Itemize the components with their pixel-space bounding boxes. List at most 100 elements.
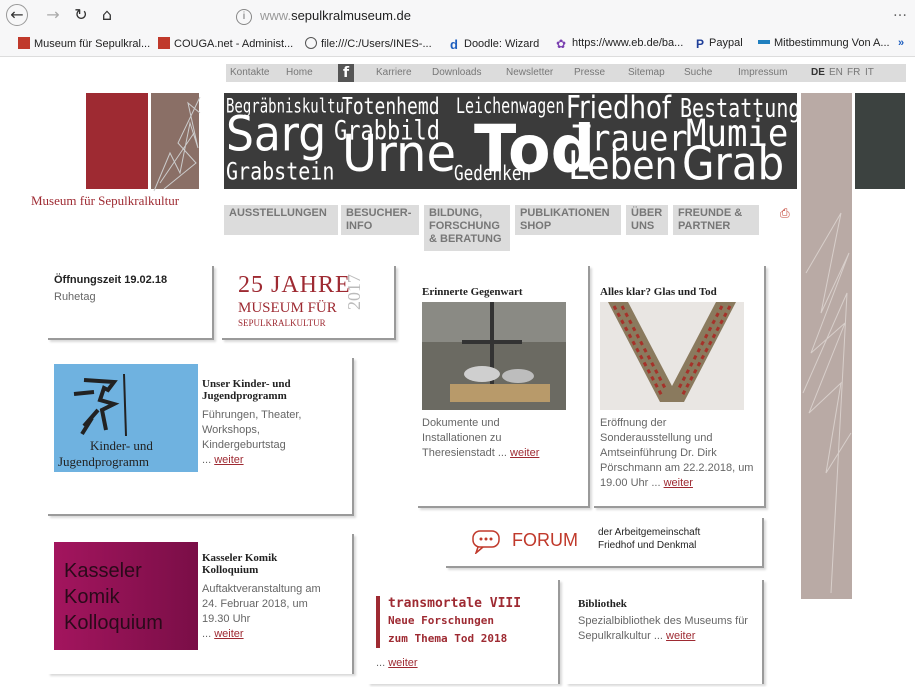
nav-publikationen[interactable]: PUBLIKATIONEN SHOP — [515, 205, 621, 235]
kinder-more-link[interactable]: weiter — [214, 454, 243, 466]
logo-red-block — [86, 93, 148, 189]
bookmark-label: Museum für Sepulkral... — [34, 38, 151, 50]
kinder-image: Kinder- und Jugendprogramm — [54, 364, 198, 472]
banner-word: Urne — [342, 124, 456, 184]
card-opening-hours: Öffnungszeit 19.02.18 Ruhetag — [48, 266, 214, 340]
allesklar-text: Eröffnung der Sonderausstellung und Amts… — [600, 417, 754, 489]
lang-fr[interactable]: FR — [847, 67, 860, 78]
nav-bildung[interactable]: BILDUNG, FORSCHUNG & BERATUNG — [424, 205, 510, 251]
bookmark-museum[interactable]: Museum für Sepulkral... — [18, 37, 150, 50]
couga-icon — [158, 37, 170, 49]
komik-image: Kasseler Komik Kolloquium — [54, 542, 198, 650]
bookmark-label: https://www.eb.de/ba... — [572, 37, 684, 49]
topnav-newsletter[interactable]: Newsletter — [506, 67, 553, 78]
topnav-home[interactable]: Home — [286, 67, 313, 78]
forum-sub1: der Arbeitgemeinschaft — [598, 527, 701, 538]
bibliothek-text: Spezialbibliothek des Museums für Sepulk… — [578, 615, 748, 642]
top-nav: Kontakte Home Karriere Downloads Newslet… — [226, 64, 906, 82]
nav-freunde[interactable]: FREUNDE & PARTNER — [673, 205, 759, 235]
transmortale-line2: Neue Forschungen — [388, 614, 494, 627]
eb-icon: ✿ — [556, 37, 567, 51]
print-icon[interactable]: ⎙ — [780, 206, 794, 220]
chat-bubble-icon — [472, 530, 500, 554]
kinder-image-line2: Jugendprogramm — [58, 454, 149, 469]
decor-side-bar — [801, 93, 852, 599]
forum-label: FORUM — [512, 530, 578, 550]
decor-dark-block — [855, 93, 905, 189]
erinnerte-more-link[interactable]: weiter — [510, 447, 539, 459]
topnav-karriere[interactable]: Karriere — [376, 67, 412, 78]
facebook-icon[interactable]: f — [338, 64, 354, 82]
card-kinder-programm[interactable]: Kinder- und Jugendprogramm Unser Kinder-… — [48, 358, 354, 516]
topnav-sitemap[interactable]: Sitemap — [628, 67, 665, 78]
banner-word: Gedenken — [454, 160, 532, 186]
bookmark-eb[interactable]: ✿ https://www.eb.de/ba... — [556, 37, 684, 51]
card-anniversary[interactable]: 25 JAHRE MUSEUM FÜR SEPULKRALKULTUR 2017 — [222, 266, 396, 340]
topnav-suche[interactable]: Suche — [684, 67, 712, 78]
lang-en[interactable]: EN — [829, 67, 843, 78]
bookmark-file[interactable]: file:///C:/Users/INES-... — [305, 37, 432, 50]
bookmark-mitbestimmung[interactable]: Mitbestimmung Von A... — [758, 37, 890, 49]
kinder-image-line1: Kinder- und — [90, 438, 153, 453]
komik-image-line2: Komik — [64, 586, 120, 608]
transmortale-more-link[interactable]: weiter — [388, 657, 417, 669]
card-komik-kolloquium[interactable]: Kasseler Komik Kolloquium Kasseler Komik… — [48, 534, 354, 674]
bookmark-doodle[interactable]: d Doodle: Wizard — [450, 37, 539, 52]
forward-button[interactable]: → — [42, 4, 64, 26]
erinnerte-title: Erinnerte Gegenwart — [422, 286, 523, 298]
nav-label: BILDUNG, FORSCHUNG & BERATUNG — [429, 207, 502, 245]
forum-sub2: Friedhof und Denkmal — [598, 540, 697, 551]
nav-besucherinfo[interactable]: BESUCHER- INFO — [341, 205, 419, 235]
kinder-title: Unser Kinder- und Jugendprogramm — [202, 378, 291, 402]
topnav-kontakte[interactable]: Kontakte — [230, 67, 269, 78]
nav-label: BESUCHER- INFO — [346, 207, 412, 232]
nav-ueber-uns[interactable]: ÜBER UNS — [626, 205, 668, 235]
komik-text: Auftaktveranstaltung am 24. Februar 2018… — [202, 583, 321, 640]
bookmark-paypal[interactable]: P Paypal — [696, 37, 743, 51]
nav-label: FREUNDE & PARTNER — [678, 207, 743, 232]
topnav-impressum[interactable]: Impressum — [738, 67, 787, 78]
topnav-downloads[interactable]: Downloads — [432, 67, 481, 78]
card-transmortale[interactable]: transmortale VIII Neue Forschungen zum T… — [368, 580, 560, 684]
opening-title: Öffnungszeit 19.02.18 — [54, 274, 168, 286]
url-bar[interactable]: i www.sepulkralmuseum.de — [226, 4, 906, 28]
bibliothek-title: Bibliothek — [578, 598, 627, 610]
side-scribble — [802, 212, 852, 594]
transmortale-more: ... weiter — [376, 657, 418, 669]
reload-button[interactable]: ↻ — [70, 4, 92, 26]
komik-more-link[interactable]: weiter — [214, 628, 243, 640]
erinnerte-desc: Dokumente und Installationen zu Theresie… — [422, 417, 502, 459]
page-actions-menu[interactable]: … — [893, 4, 907, 20]
komik-image-line1: Kasseler — [64, 560, 142, 582]
banner-word: Leben — [568, 143, 678, 189]
info-icon[interactable]: i — [236, 8, 252, 25]
lang-de[interactable]: DE — [811, 67, 825, 78]
logo-scribble — [153, 96, 201, 192]
bookmarks-overflow-icon[interactable]: » — [898, 37, 904, 49]
nav-ausstellungen[interactable]: AUSSTELLUNGEN — [224, 205, 338, 235]
back-button[interactable]: ← — [6, 4, 28, 26]
card-bibliothek[interactable]: Bibliothek Spezialbibliothek des Museums… — [566, 580, 764, 684]
banner-word: Sarg — [226, 106, 327, 163]
card-alles-klar[interactable]: Alles klar? Glas und Tod Eröffnung der S… — [594, 266, 766, 508]
topnav-presse[interactable]: Presse — [574, 67, 605, 78]
anniversary-title: 25 JAHRE — [238, 272, 351, 298]
card-forum[interactable]: FORUM der Arbeitgemeinschaft Friedhof un… — [446, 518, 764, 568]
card-erinnerte-gegenwart[interactable]: Erinnerte Gegenwart Dokumente und Instal… — [418, 266, 590, 508]
bibliothek-desc: Spezialbibliothek des Museums für Sepulk… — [578, 615, 748, 642]
allesklar-more-link[interactable]: weiter — [664, 477, 693, 489]
opening-text: Ruhetag — [54, 291, 96, 303]
anniversary-line3: SEPULKRALKULTUR — [238, 318, 326, 328]
paypal-icon: P — [696, 37, 705, 51]
kinder-desc: Führungen, Theater, Workshops, Kindergeb… — [202, 409, 302, 451]
nav-label: ÜBER UNS — [631, 207, 663, 232]
bookmark-couga[interactable]: COUGA.net - Administ... — [158, 37, 293, 50]
lang-it[interactable]: IT — [865, 67, 874, 78]
bookmark-label: Mitbestimmung Von A... — [774, 37, 890, 49]
browser-toolbar: ← → ↻ ⌂ i www.sepulkralmuseum.de … — [0, 0, 915, 32]
link-icon — [758, 40, 770, 44]
home-button[interactable]: ⌂ — [96, 4, 118, 26]
bibliothek-more-link[interactable]: weiter — [666, 630, 695, 642]
allesklar-image — [600, 302, 744, 410]
nav-label: AUSSTELLUNGEN — [229, 207, 327, 219]
